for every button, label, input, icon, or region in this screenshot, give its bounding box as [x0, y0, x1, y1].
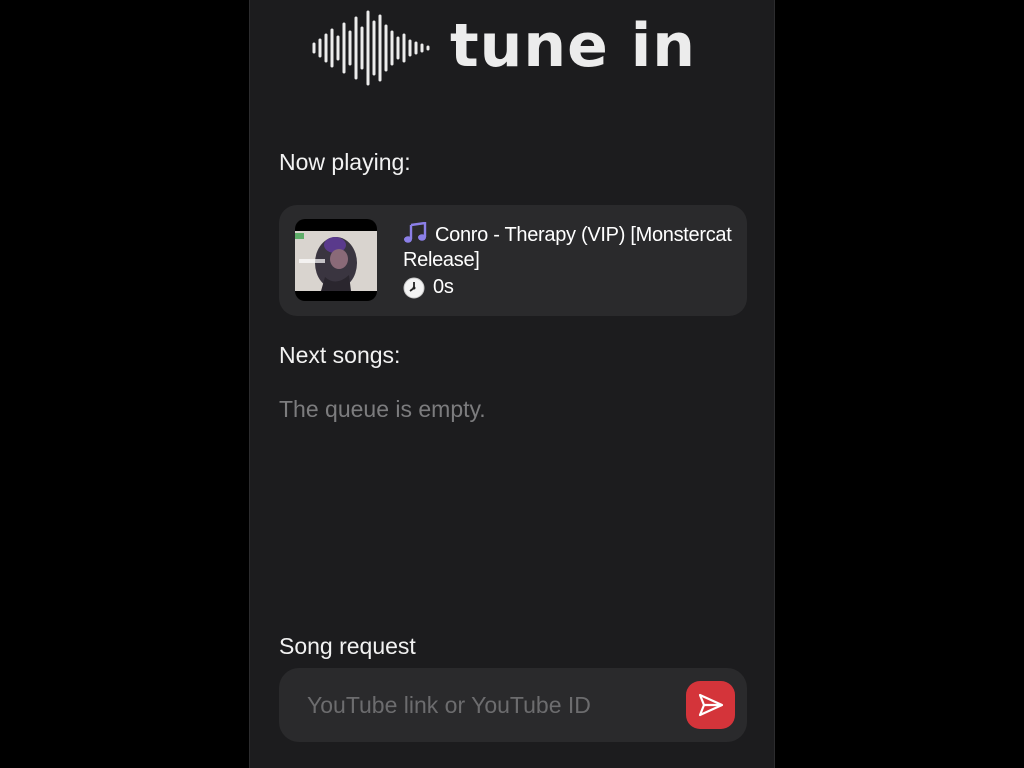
send-request-button[interactable] [686, 681, 735, 729]
song-request-form [279, 668, 747, 742]
app-logo: tune in [312, 10, 696, 86]
song-request-input[interactable] [279, 668, 679, 742]
send-icon [698, 693, 723, 717]
music-note-icon [404, 222, 427, 243]
track-time-row: 0s [403, 275, 454, 300]
app-panel: tune in Now playing: Conro - Therapy (VI… [249, 0, 775, 768]
now-playing-card: Conro - Therapy (VIP) [Monstercat Releas… [279, 205, 747, 316]
queue-empty-message: The queue is empty. [279, 396, 486, 422]
next-songs-label: Next songs: [279, 342, 401, 368]
clock-icon [403, 277, 425, 298]
now-playing-label: Now playing: [279, 149, 411, 175]
track-title: Conro - Therapy (VIP) [Monstercat Releas… [403, 224, 732, 271]
logo-wordmark: tune in [450, 11, 696, 81]
album-art-thumbnail [295, 219, 377, 301]
song-request-label: Song request [279, 633, 416, 659]
sound-wave-icon [312, 10, 430, 86]
track-title-row: Conro - Therapy (VIP) [Monstercat Releas… [403, 222, 733, 273]
album-art-image [295, 231, 377, 291]
elapsed-time: 0s [433, 276, 454, 298]
